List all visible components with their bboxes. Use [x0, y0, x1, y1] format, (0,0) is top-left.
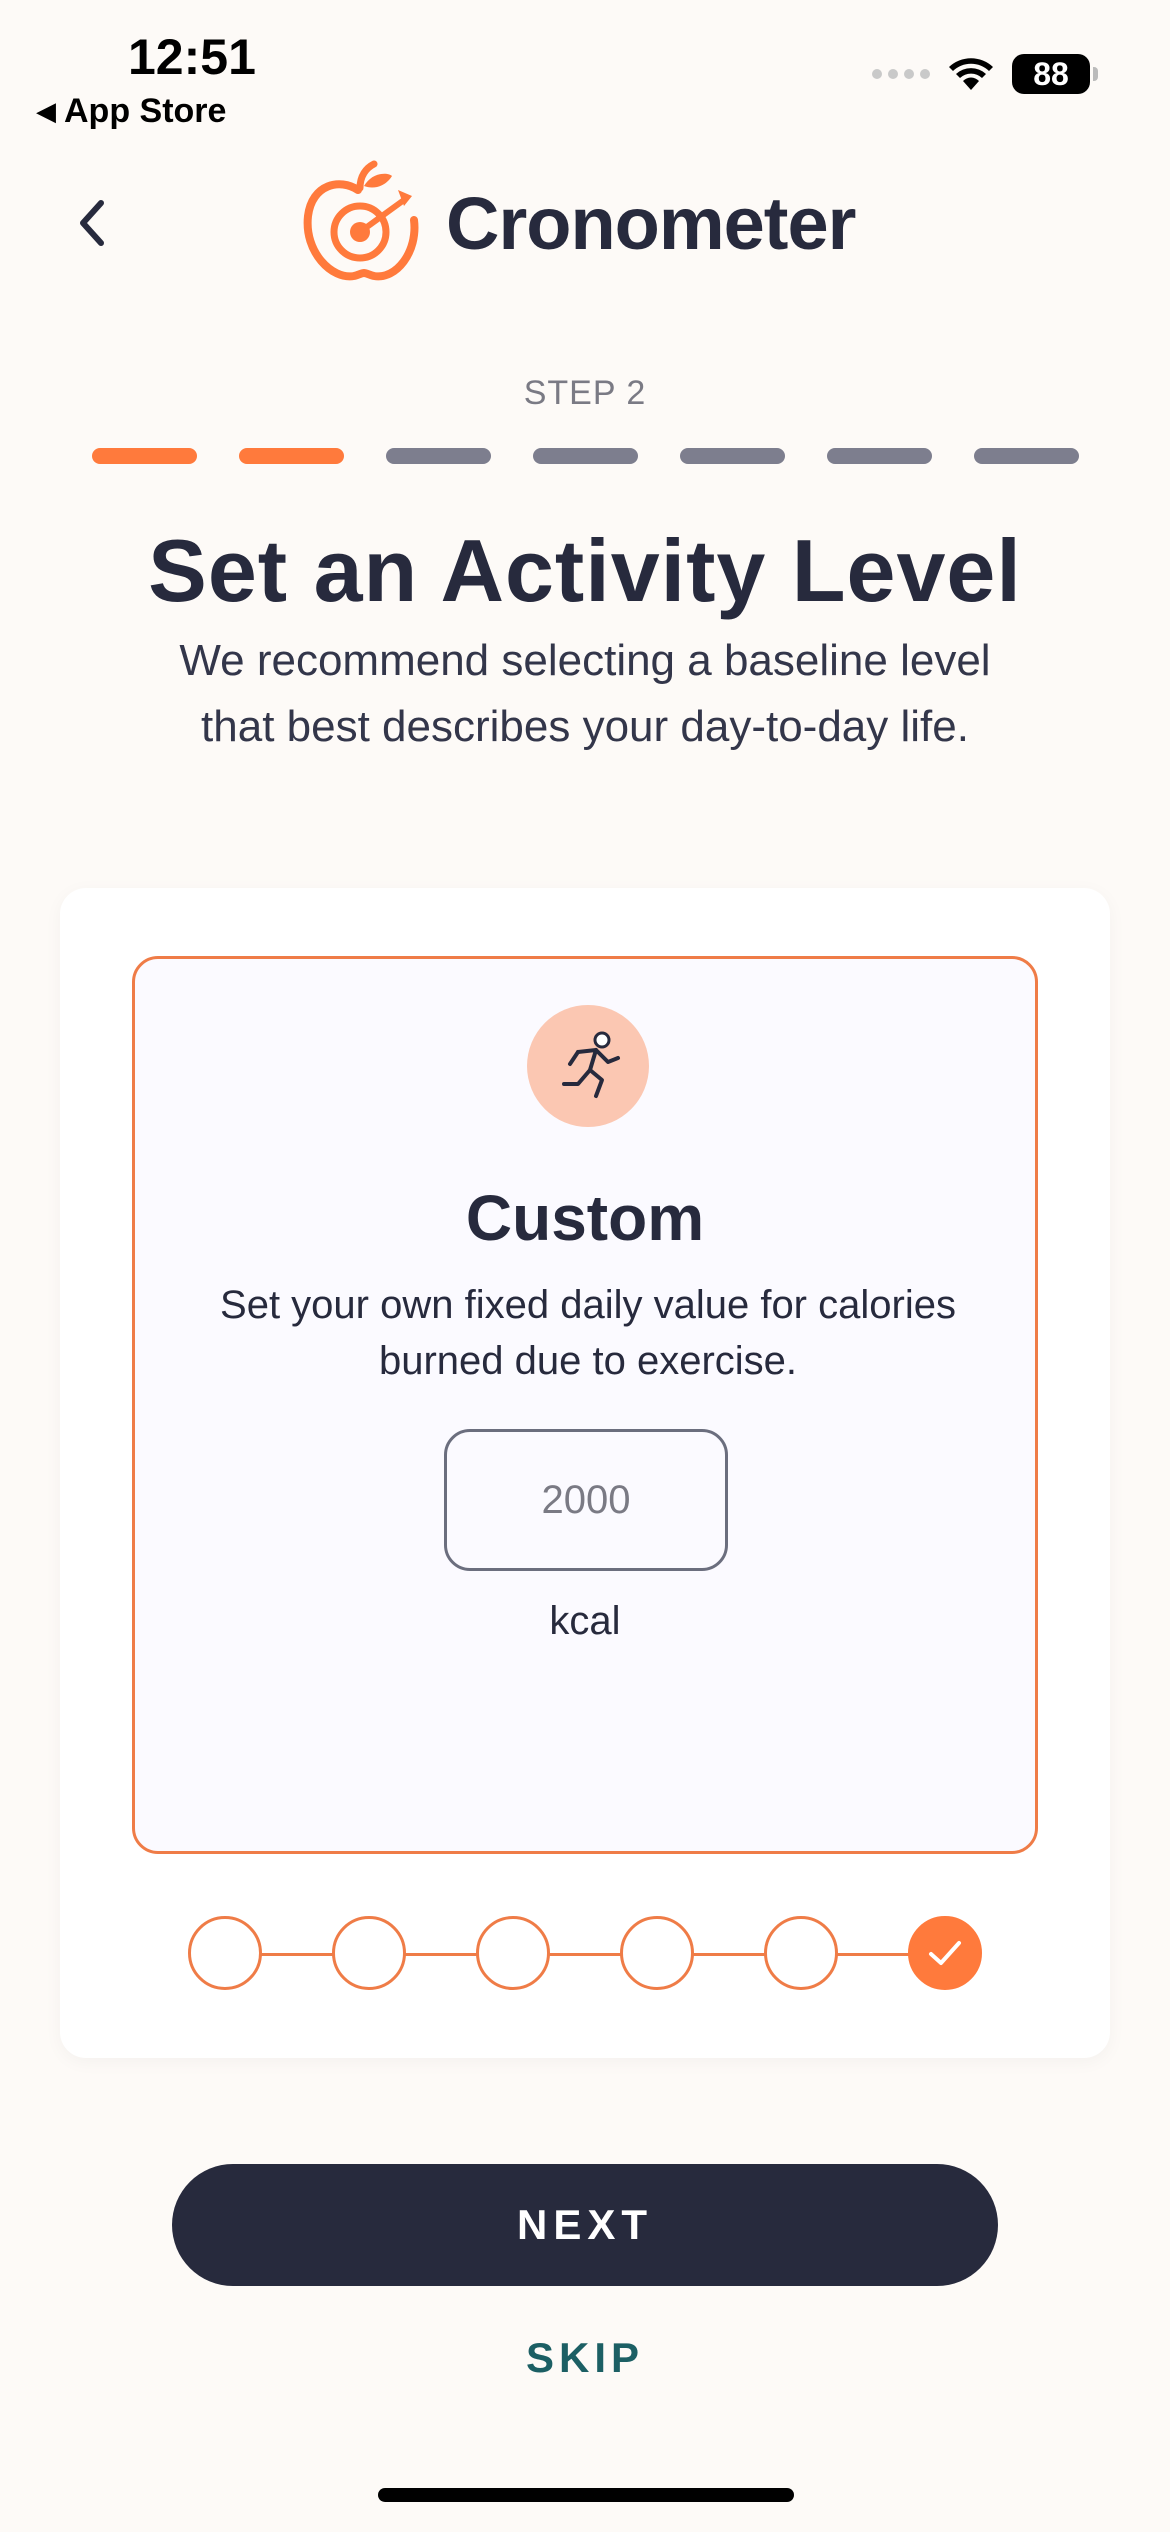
step-progress-bar: [92, 448, 1079, 464]
level-dot[interactable]: [332, 1916, 406, 1990]
wifi-icon: [949, 58, 993, 90]
level-dot[interactable]: [188, 1916, 262, 1990]
triangle-left-icon: ◀: [36, 96, 56, 126]
skip-button[interactable]: SKIP: [0, 2334, 1170, 2382]
status-indicators: 88: [872, 54, 1098, 94]
apple-target-logo-icon: [303, 160, 419, 281]
signal-icon: [872, 69, 930, 79]
level-dot-selected[interactable]: [908, 1916, 982, 1990]
progress-segment: [974, 448, 1079, 464]
progress-segment: [533, 448, 638, 464]
step-label: STEP 2: [523, 374, 647, 412]
page-title: Set an Activity Level: [148, 521, 1022, 620]
progress-segment: [92, 448, 197, 464]
checkmark-icon: [929, 1941, 961, 1965]
level-dot[interactable]: [620, 1916, 694, 1990]
activity-option-custom[interactable]: Custom Set your own fixed daily value fo…: [132, 956, 1038, 1854]
activity-level-selector: [188, 1916, 982, 1992]
progress-segment: [827, 448, 932, 464]
progress-segment: [239, 448, 344, 464]
brand-name: Cronometer: [446, 181, 856, 265]
level-dot[interactable]: [764, 1916, 838, 1990]
activity-level-card: Custom Set your own fixed daily value fo…: [60, 888, 1110, 2058]
home-indicator: [378, 2488, 794, 2502]
progress-segment: [386, 448, 491, 464]
battery-indicator: 88: [1012, 54, 1098, 94]
level-dot[interactable]: [476, 1916, 550, 1990]
brand-header: Cronometer: [300, 160, 856, 286]
chevron-left-icon: [80, 200, 104, 246]
next-button[interactable]: NEXT: [172, 2164, 998, 2286]
custom-calories-input[interactable]: [444, 1429, 728, 1571]
page-subtitle: We recommend selecting a baseline level …: [179, 636, 991, 751]
app-store-back-link[interactable]: ◀ App Store: [36, 92, 226, 131]
running-person-icon: [527, 1005, 649, 1127]
progress-segment: [680, 448, 785, 464]
option-description: Set your own fixed daily value for calor…: [220, 1283, 956, 1383]
back-button[interactable]: [62, 188, 122, 258]
option-title: Custom: [465, 1182, 705, 1254]
calories-unit-label: kcal: [549, 1599, 621, 1643]
app-store-back-label: App Store: [64, 92, 227, 130]
status-time: 12:51: [128, 29, 256, 85]
